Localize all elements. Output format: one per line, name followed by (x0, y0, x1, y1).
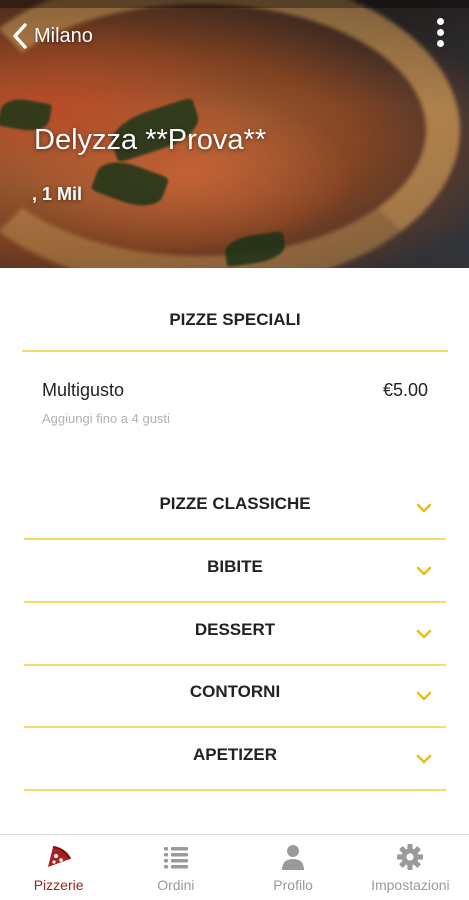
category-label: DESSERT (194, 620, 276, 639)
nav-label: Profilo (273, 877, 313, 893)
menu-item-multigusto[interactable]: Multigusto €5.00 Aggiungi fino a 4 gusti (42, 380, 428, 426)
person-icon (282, 845, 305, 870)
nav-pizzerie[interactable]: Pizzerie (0, 835, 117, 900)
chevron-down-icon (416, 566, 432, 576)
nav-impostazioni[interactable]: Impostazioni (352, 835, 469, 900)
status-bar (0, 0, 469, 8)
restaurant-name: Delyzza **Prova** (34, 124, 267, 156)
category-label: BIBITE (207, 557, 263, 576)
restaurant-address: , 1 Mil (32, 184, 83, 204)
item-price: €5.00 (382, 380, 428, 400)
nav-label: Ordini (157, 877, 195, 893)
category-label: PIZZE CLASSICHE (159, 494, 311, 513)
bottom-navigation: Pizzerie Ordini Profilo Impostazioni (0, 834, 469, 900)
category-pizze-classiche[interactable]: PIZZE CLASSICHE (24, 478, 446, 540)
category-label: CONTORNI (189, 682, 281, 701)
chevron-down-icon (416, 629, 432, 639)
back-label: Milano (34, 24, 93, 47)
item-name: Multigusto (42, 380, 125, 400)
more-options-icon[interactable] (433, 18, 447, 52)
category-label: APETIZER (192, 745, 278, 764)
nav-label: Pizzerie (33, 877, 84, 893)
pizza-slice-icon (47, 845, 71, 867)
chevron-left-icon (13, 23, 27, 49)
nav-ordini[interactable]: Ordini (117, 835, 234, 900)
category-apetizer[interactable]: APETIZER (24, 729, 446, 791)
nav-label: Impostazioni (371, 877, 450, 893)
gear-icon (397, 844, 424, 870)
back-button[interactable]: Milano (10, 20, 93, 52)
nav-profilo[interactable]: Profilo (235, 835, 352, 900)
section-pizze-speciali[interactable]: PIZZE SPECIALI (22, 290, 448, 352)
chevron-down-icon (416, 754, 432, 764)
item-description: Aggiungi fino a 4 gusti (42, 411, 170, 426)
chevron-down-icon (416, 691, 432, 701)
category-dessert[interactable]: DESSERT (24, 604, 446, 666)
category-contorni[interactable]: CONTORNI (24, 666, 446, 728)
chevron-down-icon (416, 503, 432, 513)
category-bibite[interactable]: BIBITE (24, 541, 446, 603)
list-icon (163, 847, 188, 869)
